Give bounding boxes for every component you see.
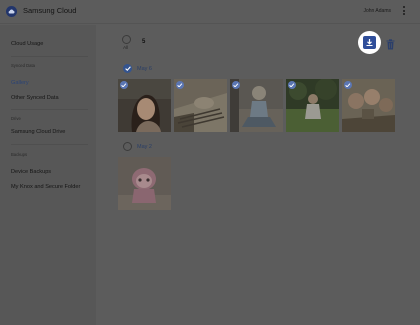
trash-icon bbox=[386, 39, 395, 50]
gallery-main: All 5 May 6 May 2 bbox=[96, 25, 420, 325]
select-all-label: All bbox=[123, 46, 129, 51]
sidebar-item-gallery[interactable]: Gallery bbox=[11, 80, 29, 86]
sidebar-item-cloud-usage[interactable]: Cloud Usage bbox=[11, 41, 43, 47]
sidebar-section-synced-data: Synced Data bbox=[11, 63, 35, 68]
selected-count: 5 bbox=[142, 39, 146, 45]
group-date-label: May 2 bbox=[137, 144, 152, 150]
sidebar-divider bbox=[11, 56, 88, 57]
checkmark-icon bbox=[124, 66, 131, 71]
select-all-checkbox[interactable] bbox=[122, 35, 131, 44]
top-bar: Samsung Cloud John Adams bbox=[0, 0, 420, 24]
sidebar-divider bbox=[11, 109, 88, 110]
sidebar-divider bbox=[11, 144, 88, 145]
sidebar-item-other-synced-data[interactable]: Other Synced Data bbox=[11, 95, 59, 101]
download-button[interactable] bbox=[363, 36, 376, 49]
selected-check-icon bbox=[120, 81, 128, 89]
sidebar-section-backups: Backups bbox=[11, 152, 28, 157]
selected-check-icon bbox=[288, 81, 296, 89]
group-select-checkbox[interactable] bbox=[123, 142, 132, 151]
more-options-icon[interactable] bbox=[400, 5, 408, 18]
selected-check-icon bbox=[232, 81, 240, 89]
selected-check-icon bbox=[176, 81, 184, 89]
samsung-cloud-app: Samsung Cloud John Adams Cloud Usage Syn… bbox=[0, 0, 420, 325]
sidebar-item-knox-secure-folder[interactable]: My Knox and Secure Folder bbox=[11, 184, 80, 190]
sidebar-item-device-backups[interactable]: Device Backups bbox=[11, 169, 51, 175]
photo-thumbnail[interactable] bbox=[230, 79, 283, 132]
sidebar-section-drive: Drive bbox=[11, 116, 21, 121]
sidebar-item-samsung-cloud-drive[interactable]: Samsung Cloud Drive bbox=[11, 129, 65, 135]
group-date-label: May 6 bbox=[137, 66, 152, 72]
sidebar: Cloud Usage Synced Data Gallery Other Sy… bbox=[0, 25, 96, 325]
user-name[interactable]: John Adams bbox=[363, 8, 391, 14]
download-highlight bbox=[358, 31, 381, 54]
photo-thumbnail[interactable] bbox=[286, 79, 339, 132]
photo-thumbnail[interactable] bbox=[342, 79, 395, 132]
group-select-checkbox[interactable] bbox=[123, 64, 132, 73]
photo-thumbnail[interactable] bbox=[174, 79, 227, 132]
photo-thumbnail[interactable] bbox=[118, 157, 171, 210]
photo-thumbnail[interactable] bbox=[118, 79, 171, 132]
download-icon bbox=[366, 39, 373, 46]
samsung-cloud-logo-icon[interactable] bbox=[6, 6, 17, 17]
app-title: Samsung Cloud bbox=[23, 6, 77, 15]
selected-check-icon bbox=[344, 81, 352, 89]
delete-button[interactable] bbox=[386, 37, 395, 50]
